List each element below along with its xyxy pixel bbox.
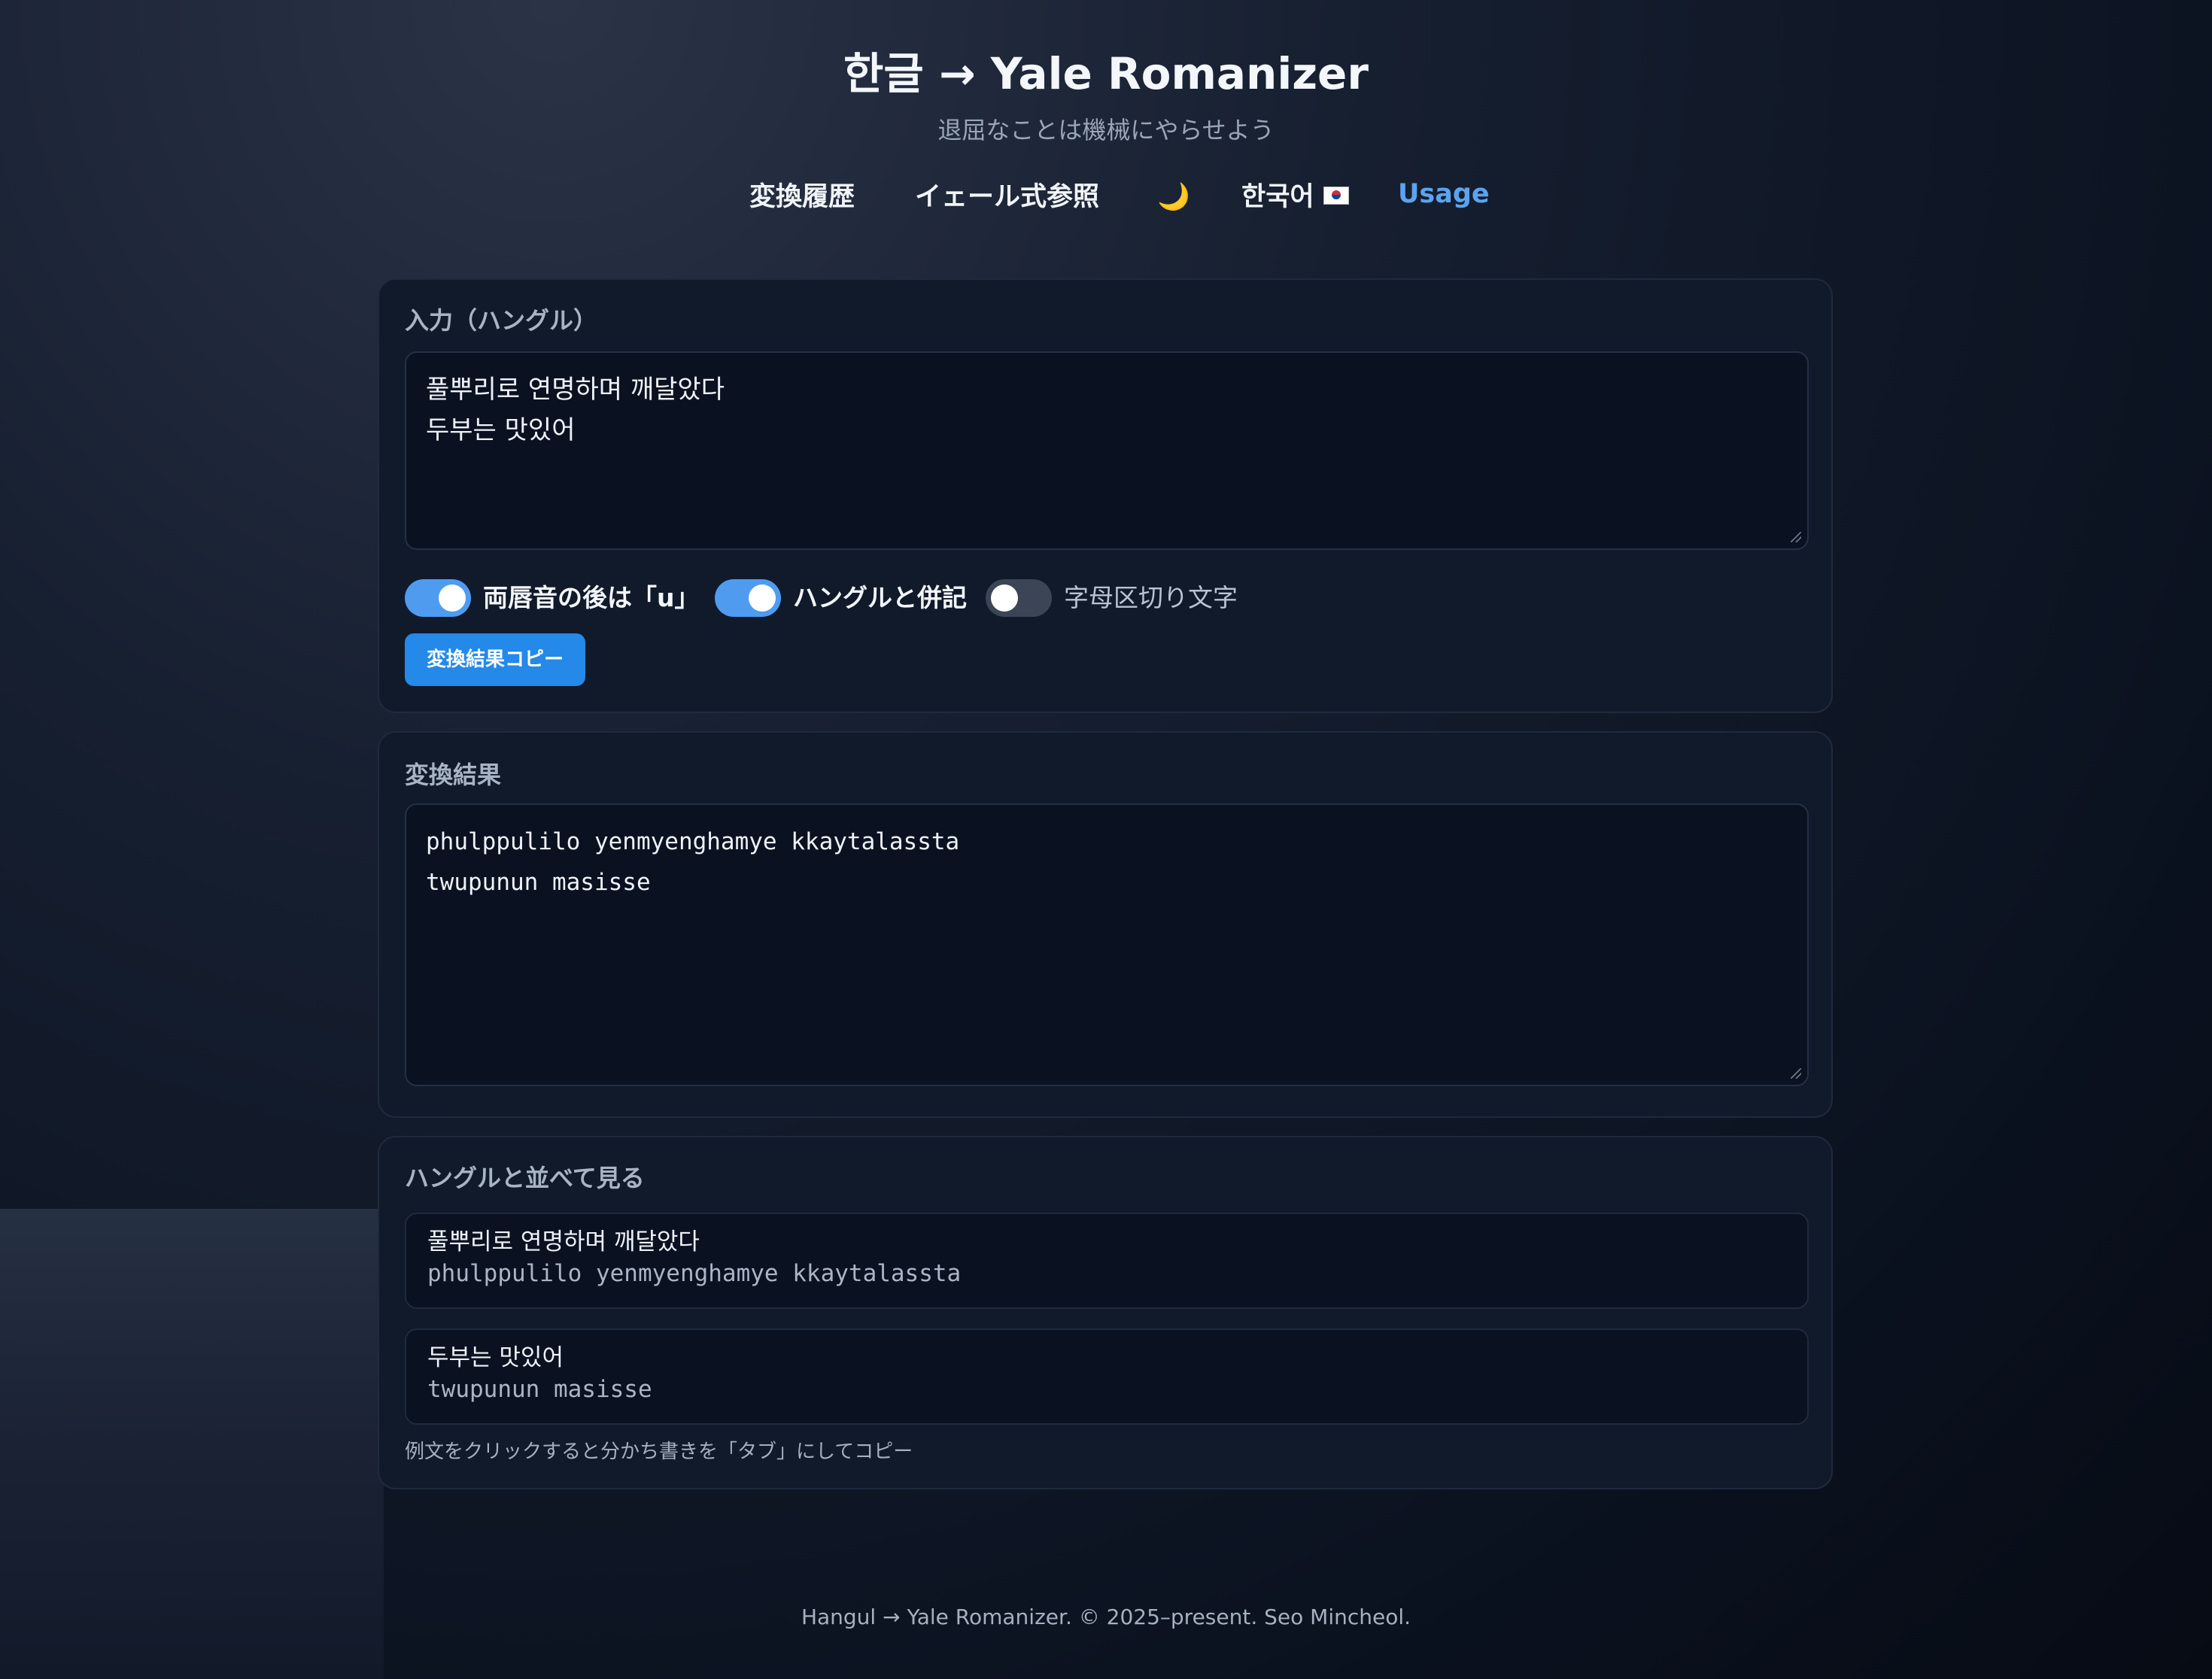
resize-grip-icon[interactable] [1791,532,1801,542]
nav-usage-link[interactable]: Usage [1398,172,1490,217]
toggle-switch[interactable] [715,579,781,617]
toggle-label: ハングルと併記 [793,583,967,612]
options-row: 両唇音の後は「u」 ハングルと併記 字母区切り文字 [405,578,1383,618]
theme-toggle-moon-icon[interactable]: 🌙 [1157,175,1190,220]
copy-hint: 例文をクリックすると分かち書きを「タブ」にしてコピー [405,1441,913,1463]
nav-history[interactable]: 変換履歴 [749,175,855,220]
hangul-input[interactable]: 풀뿌리로 연명하며 깨달았다 두부는 맛있어 [405,351,1809,550]
toggle-switch[interactable] [986,579,1052,617]
sentence-pair[interactable]: 풀뿌리로 연명하며 깨달았다 phulppulilo yenmyenghamye… [405,1213,1809,1309]
result-card: 変換結果 phulppulilo yenmyenghamye kkaytalas… [378,731,1833,1118]
korea-flag-icon [1323,187,1349,205]
footer: Hangul → Yale Romanizer. © 2025–present.… [801,1605,1411,1629]
language-switch[interactable]: 한국어 [1241,175,1349,220]
sentence-pair[interactable]: 두부는 맛있어 twupunun masisse [405,1328,1809,1425]
result-label: 変換結果 [405,761,502,789]
input-label: 入力（ハングル） [405,306,598,335]
toggle-label: 字母区切り文字 [1064,583,1238,612]
page-subtitle: 退屈なことは機械にやらせよう [937,116,1275,144]
pair-hangul-text: 두부는 맛있어 [427,1344,564,1371]
page-title: 한글 → Yale Romanizer [843,48,1369,99]
language-label: 한국어 [1241,182,1314,212]
toggle-switch[interactable] [405,579,471,617]
copy-result-button[interactable]: 変換結果コピー [405,633,585,686]
pair-yale-text: phulppulilo yenmyenghamye kkaytalassta [427,1260,962,1287]
top-nav: 変換履歴 イェール式参照 🌙 한국어 Usage [0,175,2212,220]
pair-yale-text: twupunun masisse [427,1376,652,1403]
input-card: 入力（ハングル） 풀뿌리로 연명하며 깨달았다 두부는 맛있어 両唇音の後は「u… [378,278,1833,713]
resize-grip-icon[interactable] [1791,1068,1801,1079]
toggle-knob [439,584,466,612]
toggle-knob [749,584,776,612]
side-by-side-card: ハングルと並べて見る 풀뿌리로 연명하며 깨달았다 phulppulilo ye… [378,1136,1833,1489]
toggle-knob [991,584,1018,612]
yale-output[interactable]: phulppulilo yenmyenghamye kkaytalassta t… [405,803,1809,1086]
pair-hangul-text: 풀뿌리로 연명하며 깨달았다 [427,1228,700,1255]
toggle-label: 両唇音の後は「u」 [483,583,700,612]
nav-yale-reference[interactable]: イェール式参照 [915,175,1099,220]
side-by-side-label: ハングルと並べて見る [405,1164,645,1192]
